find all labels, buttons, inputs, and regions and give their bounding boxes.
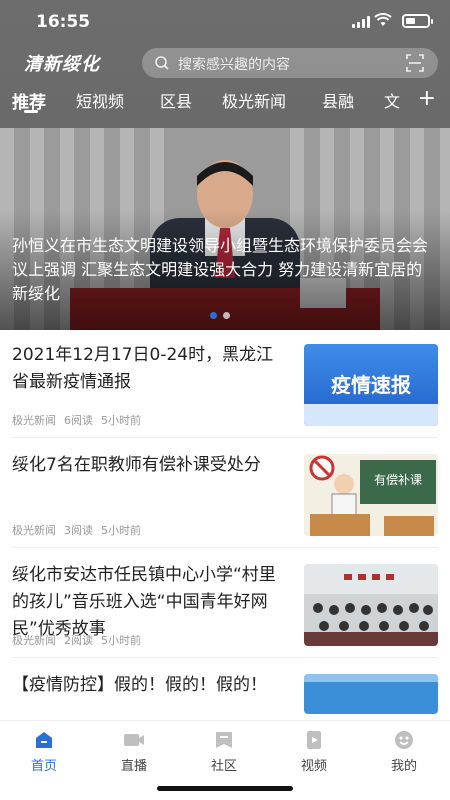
- news-time: 5小时前: [101, 414, 141, 427]
- nav-live-label: 直播: [120, 759, 147, 774]
- scan-icon[interactable]: [406, 54, 424, 72]
- tutoring-cartoon-image: 有偿补课: [304, 454, 438, 536]
- news-thumbnail: 有偿补课: [304, 454, 438, 536]
- status-time: 16:55: [36, 12, 91, 32]
- nav-video-label: 视频: [300, 759, 327, 774]
- carousel-dot-active[interactable]: [210, 312, 217, 319]
- nav-video[interactable]: 视频: [284, 729, 344, 774]
- news-source: 极光新闻: [12, 634, 56, 647]
- news-meta: 极光新闻 3阅读 5小时前: [12, 522, 141, 538]
- epidemic-report-image: 疫情速报: [304, 344, 438, 426]
- carousel-dot[interactable]: [223, 312, 230, 319]
- news-item[interactable]: 绥化市安达市任民镇中心小学“村里的孩儿”音乐班入选“中国青年好网民”优秀故事 极…: [12, 550, 438, 658]
- app-header: 16:55 清新绥化 搜索感兴趣的内容 推荐 短视频 区县 极光新闻 县融 文: [0, 0, 450, 128]
- news-meta: 极光新闻 6阅读 5小时前: [12, 412, 141, 428]
- news-reads: 3阅读: [64, 524, 93, 537]
- camera-icon: [124, 734, 144, 746]
- nav-home-label: 首页: [30, 759, 57, 774]
- tab-district[interactable]: 区县: [160, 88, 192, 112]
- hero-banner[interactable]: 孙恒义在市生态文明建设领导小组暨生态环境保护委员会会议上强调 汇聚生态文明建设强…: [0, 128, 450, 330]
- wifi-icon: [374, 13, 392, 26]
- news-item[interactable]: 绥化7名在职教师有偿补课受处分 极光新闻 3阅读 5小时前 有偿补课: [12, 440, 438, 548]
- banner-caption: 孙恒义在市生态文明建设领导小组暨生态环境保护委员会会议上强调 汇聚生态文明建设强…: [12, 236, 429, 303]
- tab-culture[interactable]: 文: [384, 88, 400, 112]
- tab-county-media[interactable]: 县融: [322, 88, 354, 112]
- channel-tabs: 推荐 短视频 区县 极光新闻 县融 文: [0, 84, 450, 120]
- nav-profile[interactable]: 我的: [374, 729, 434, 774]
- thumb-label: 有偿补课: [374, 472, 422, 487]
- status-bar: 16:55: [0, 0, 450, 44]
- news-thumbnail: 疫情速报: [304, 344, 438, 426]
- news-title: 2021年12月17日0-24时，黑龙江省最新疫情通报: [12, 345, 274, 392]
- app-logo: 清新绥化: [24, 50, 100, 76]
- news-item[interactable]: 【疫情防控】假的！假的！假的！: [12, 660, 438, 720]
- news-thumbnail: [304, 674, 438, 714]
- home-icon: [36, 732, 52, 748]
- search-placeholder: 搜索感兴趣的内容: [178, 57, 290, 73]
- news-title: 绥化市安达市任民镇中心小学“村里的孩儿”音乐班入选“中国青年好网民”优秀故事: [12, 565, 276, 639]
- news-title: 【疫情防控】假的！假的！假的！: [12, 675, 267, 695]
- signal-icon: [352, 16, 370, 28]
- nav-home[interactable]: 首页: [14, 729, 74, 774]
- news-source: 极光新闻: [12, 524, 56, 537]
- news-item[interactable]: 2021年12月17日0-24时，黑龙江省最新疫情通报 极光新闻 6阅读 5小时…: [12, 330, 438, 438]
- nav-profile-label: 我的: [390, 759, 417, 774]
- nav-community[interactable]: 社区: [194, 729, 254, 774]
- music-class-photo: [304, 564, 438, 646]
- news-reads: 6阅读: [64, 414, 93, 427]
- news-time: 5小时前: [101, 634, 141, 647]
- thumb-label: 疫情速报: [331, 373, 411, 397]
- news-source: 极光新闻: [12, 414, 56, 427]
- nav-live[interactable]: 直播: [104, 729, 164, 774]
- news-meta: 极光新闻 2阅读 5小时前: [12, 632, 141, 648]
- nav-community-label: 社区: [210, 759, 237, 774]
- home-indicator: [157, 786, 293, 791]
- search-icon: [155, 56, 169, 70]
- video-icon: [307, 731, 321, 749]
- profile-icon: [395, 731, 413, 749]
- tab-aurora-news[interactable]: 极光新闻: [222, 88, 286, 112]
- news-reads: 2阅读: [64, 634, 93, 647]
- carousel-dots: [210, 312, 230, 319]
- active-tab-indicator: [24, 110, 38, 113]
- add-channel-icon[interactable]: +: [418, 86, 436, 111]
- logo-text: 清新绥化: [24, 54, 100, 75]
- news-time: 5小时前: [101, 524, 141, 537]
- tab-short-video[interactable]: 短视频: [76, 88, 124, 112]
- community-icon: [216, 732, 232, 748]
- search-input[interactable]: 搜索感兴趣的内容: [142, 48, 438, 78]
- battery-icon: [402, 14, 433, 28]
- news-title: 绥化7名在职教师有偿补课受处分: [12, 455, 261, 475]
- news-thumbnail: [304, 564, 438, 646]
- fraud-warning-image: [304, 674, 438, 714]
